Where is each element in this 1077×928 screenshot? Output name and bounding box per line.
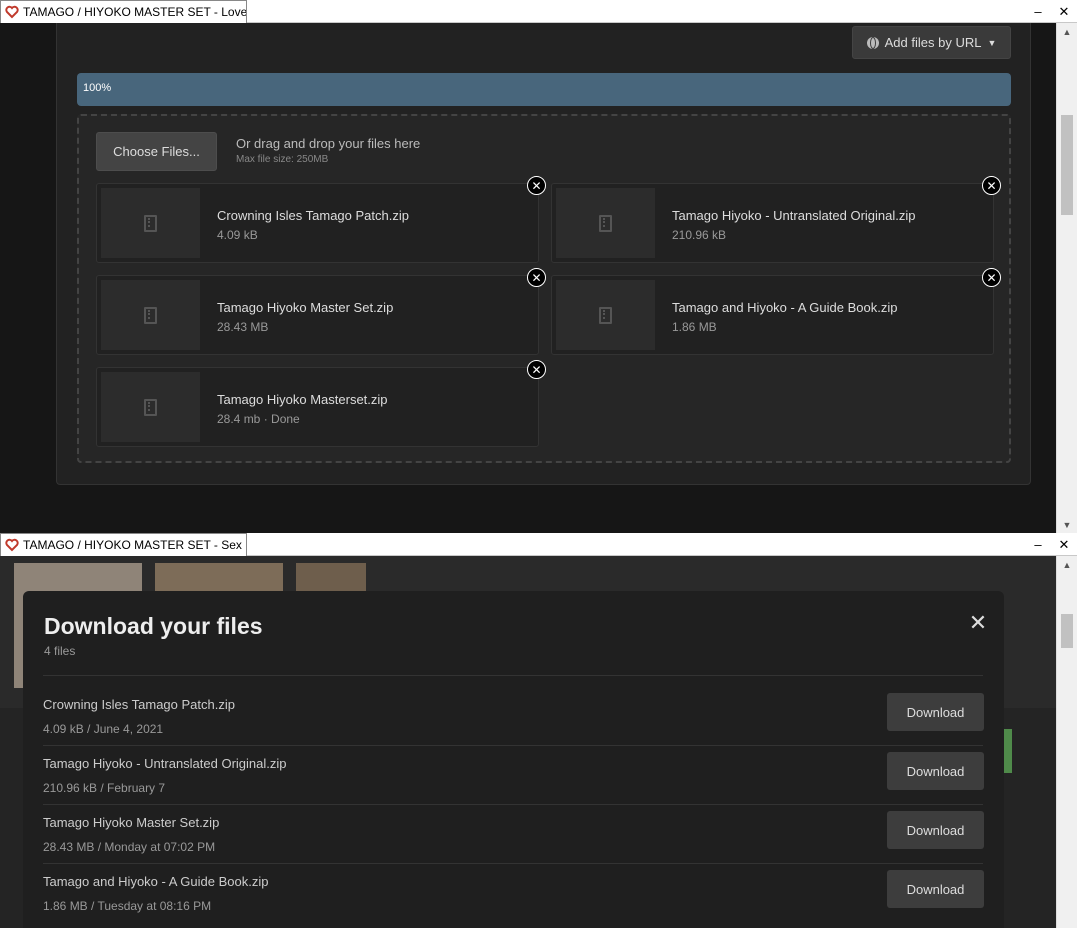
file-thumbnail (101, 372, 200, 442)
globe-icon (866, 36, 879, 49)
zip-file-icon (144, 214, 157, 232)
file-size: 28.4 mb · Done (217, 412, 300, 426)
file-size: 4.09 kB (217, 228, 258, 242)
remove-file-icon[interactable]: ✕ (527, 268, 546, 287)
file-size: 28.43 MB (217, 320, 269, 334)
file-card: Tamago Hiyoko - Untranslated Original.zi… (551, 176, 1001, 263)
file-name: Tamago Hiyoko Masterset.zip (217, 392, 388, 407)
background-accent (1004, 729, 1012, 773)
top-scrollbar[interactable]: ▲ ▼ (1056, 23, 1077, 533)
modal-title: Download your files (44, 613, 263, 639)
download-row: Tamago Hiyoko Master Set.zip 28.43 MB / … (43, 805, 984, 864)
file-thumbnail (556, 188, 655, 258)
file-size: 210.96 kB (672, 228, 727, 242)
dropzone-hint: Or drag and drop your files here (236, 136, 421, 151)
max-file-size: Max file size: 250MB (236, 154, 329, 165)
remove-file-icon[interactable]: ✕ (527, 360, 546, 379)
file-name: Tamago and Hiyoko - A Guide Book.zip (672, 300, 898, 315)
bottom-scroll-thumb[interactable] (1061, 614, 1073, 648)
file-size: 1.86 MB (672, 320, 717, 334)
bottom-window-tab[interactable]: TAMAGO / HIYOKO MASTER SET - Sex E... (0, 533, 247, 556)
choose-files-button[interactable]: Choose Files... (96, 132, 217, 171)
download-file-name: Tamago Hiyoko Master Set.zip (43, 815, 220, 830)
top-scroll-thumb[interactable] (1061, 115, 1073, 215)
heart-favicon-icon (5, 538, 19, 552)
download-modal: Download your files 4 files ✕ Crowning I… (23, 591, 1004, 928)
download-file-name: Tamago and Hiyoko - A Guide Book.zip (43, 874, 269, 889)
file-card: Tamago and Hiyoko - A Guide Book.zip 1.8… (551, 268, 1001, 355)
file-dropzone[interactable]: Choose Files... Or drag and drop your fi… (77, 114, 1011, 463)
download-button[interactable]: Download (887, 870, 984, 908)
close-window-icon[interactable]: ✕ (1051, 0, 1077, 23)
upload-progress-fill (77, 73, 1011, 106)
file-card: Tamago Hiyoko Master Set.zip 28.43 MB ✕ (96, 268, 546, 355)
bottom-scrollbar[interactable]: ▲ (1056, 556, 1077, 928)
zip-file-icon (599, 214, 612, 232)
download-file-meta: 1.86 MB / Tuesday at 08:16 PM (43, 899, 212, 913)
add-files-by-url-button[interactable]: Add files by URL ▼ (852, 26, 1011, 59)
download-button[interactable]: Download (887, 811, 984, 849)
zip-file-icon (144, 398, 157, 416)
top-window-title: TAMAGO / HIYOKO MASTER SET - Lover... (23, 5, 247, 19)
download-file-meta: 4.09 kB / June 4, 2021 (43, 722, 164, 736)
zip-file-icon (599, 306, 612, 324)
remove-file-icon[interactable]: ✕ (982, 176, 1001, 195)
scroll-up-icon[interactable]: ▲ (1057, 23, 1077, 40)
download-file-name: Crowning Isles Tamago Patch.zip (43, 697, 235, 712)
heart-favicon-icon (5, 5, 19, 19)
remove-file-icon[interactable]: ✕ (527, 176, 546, 195)
upload-panel: Add files by URL ▼ 100% Choose Files... … (56, 23, 1031, 485)
minimize-icon[interactable]: – (1025, 533, 1051, 556)
download-row: Tamago Hiyoko - Untranslated Original.zi… (43, 746, 984, 805)
download-button[interactable]: Download (887, 693, 984, 731)
top-window-tab[interactable]: TAMAGO / HIYOKO MASTER SET - Lover... (0, 0, 247, 23)
top-window-controls: – ✕ (1025, 0, 1077, 23)
file-name: Tamago Hiyoko Master Set.zip (217, 300, 394, 315)
scroll-up-icon[interactable]: ▲ (1057, 556, 1077, 573)
download-file-meta: 28.43 MB / Monday at 07:02 PM (43, 840, 216, 854)
download-row: Crowning Isles Tamago Patch.zip 4.09 kB … (43, 687, 984, 746)
bottom-window: TAMAGO / HIYOKO MASTER SET - Sex E... – … (0, 533, 1077, 928)
download-row: Tamago and Hiyoko - A Guide Book.zip 1.8… (43, 864, 984, 923)
file-card: Tamago Hiyoko Masterset.zip 28.4 mb · Do… (96, 360, 546, 447)
top-window: TAMAGO / HIYOKO MASTER SET - Lover... – … (0, 0, 1077, 533)
caret-down-icon: ▼ (987, 37, 997, 48)
download-button[interactable]: Download (887, 752, 984, 790)
close-icon[interactable]: ✕ (968, 612, 988, 634)
bottom-window-title: TAMAGO / HIYOKO MASTER SET - Sex E... (23, 538, 247, 552)
zip-file-icon (144, 306, 157, 324)
scroll-down-icon[interactable]: ▼ (1057, 516, 1077, 533)
close-window-icon[interactable]: ✕ (1051, 533, 1077, 556)
modal-file-count: 4 files (44, 644, 76, 658)
upload-progress-bar: 100% (77, 73, 1011, 106)
remove-file-icon[interactable]: ✕ (982, 268, 1001, 287)
top-titlebar: TAMAGO / HIYOKO MASTER SET - Lover... – … (0, 0, 1077, 23)
modal-divider (43, 675, 983, 676)
file-name: Crowning Isles Tamago Patch.zip (217, 208, 409, 223)
upload-progress-label: 100% (83, 82, 112, 94)
download-file-name: Tamago Hiyoko - Untranslated Original.zi… (43, 756, 287, 771)
bottom-window-controls: – ✕ (1025, 533, 1077, 556)
file-name: Tamago Hiyoko - Untranslated Original.zi… (672, 208, 916, 223)
download-file-meta: 210.96 kB / February 7 (43, 781, 166, 795)
add-files-by-url-label: Add files by URL (884, 35, 982, 50)
minimize-icon[interactable]: – (1025, 0, 1051, 23)
bottom-titlebar: TAMAGO / HIYOKO MASTER SET - Sex E... – … (0, 533, 1077, 556)
file-thumbnail (556, 280, 655, 350)
file-thumbnail (101, 280, 200, 350)
file-thumbnail (101, 188, 200, 258)
file-card: Crowning Isles Tamago Patch.zip 4.09 kB … (96, 176, 546, 263)
